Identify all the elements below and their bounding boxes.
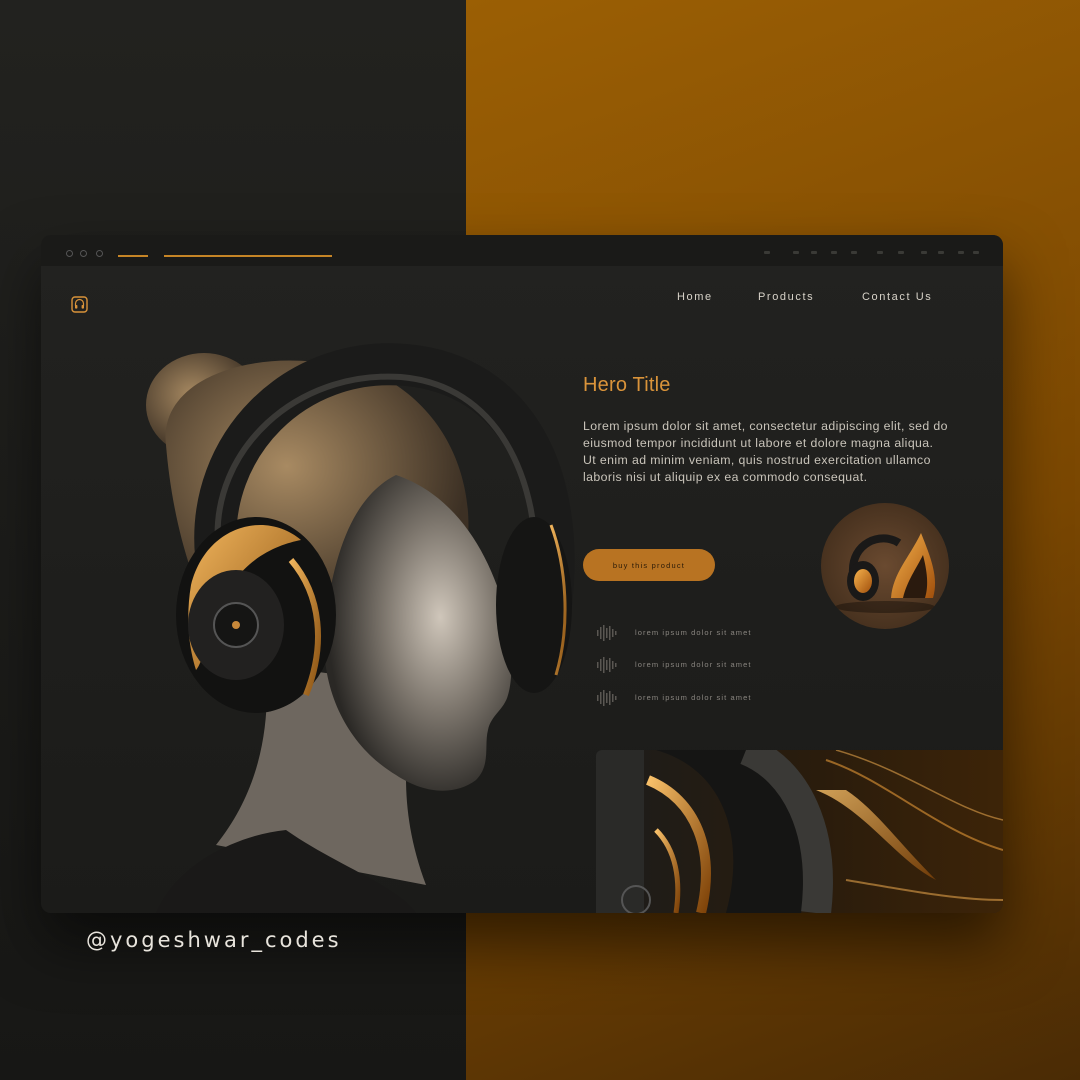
window-titlebar — [41, 235, 1003, 266]
product-gallery-image[interactable] — [596, 750, 1003, 913]
titlebar-ghost-mark — [958, 251, 964, 254]
titlebar-ghost-mark — [877, 251, 883, 254]
product-thumbnail-image[interactable] — [821, 503, 949, 629]
sound-wave-icon — [597, 690, 617, 706]
tab-indicator-long[interactable] — [164, 255, 332, 257]
buy-product-button[interactable]: buy this product — [583, 549, 715, 581]
titlebar-ghost-mark — [831, 251, 837, 254]
window-close-dot[interactable] — [66, 250, 73, 257]
sound-wave-icon — [597, 657, 617, 673]
titlebar-ghost-mark — [851, 251, 857, 254]
window-minimize-dot[interactable] — [80, 250, 87, 257]
headphones-logo-icon[interactable] — [71, 296, 88, 313]
hero-description: Lorem ipsum dolor sit amet, consectetur … — [583, 419, 948, 484]
titlebar-ghost-mark — [898, 251, 904, 254]
window-maximize-dot[interactable] — [96, 250, 103, 257]
nav-products[interactable]: Products — [758, 291, 814, 303]
nav-contact-us[interactable]: Contact Us — [862, 291, 932, 303]
feature-text: lorem ipsum dolor sit amet — [635, 628, 752, 637]
titlebar-ghost-mark — [764, 251, 770, 254]
hero-woman-headphones-image — [146, 343, 575, 913]
titlebar-ghost-mark — [921, 251, 927, 254]
sound-wave-icon — [597, 625, 617, 641]
feature-text: lorem ipsum dolor sit amet — [635, 693, 752, 702]
titlebar-ghost-mark — [811, 251, 817, 254]
titlebar-ghost-mark — [793, 251, 799, 254]
feature-text: lorem ipsum dolor sit amet — [635, 660, 752, 669]
titlebar-ghost-mark — [938, 251, 944, 254]
nav-home[interactable]: Home — [677, 291, 713, 303]
titlebar-ghost-mark — [973, 251, 979, 254]
browser-window: Home Products Contact Us Hero Title Lore… — [41, 235, 1003, 913]
tab-indicator-short[interactable] — [118, 255, 148, 257]
hero-title: Hero Title — [583, 374, 671, 396]
creator-handle: @yogeshwar_codes — [86, 928, 342, 952]
